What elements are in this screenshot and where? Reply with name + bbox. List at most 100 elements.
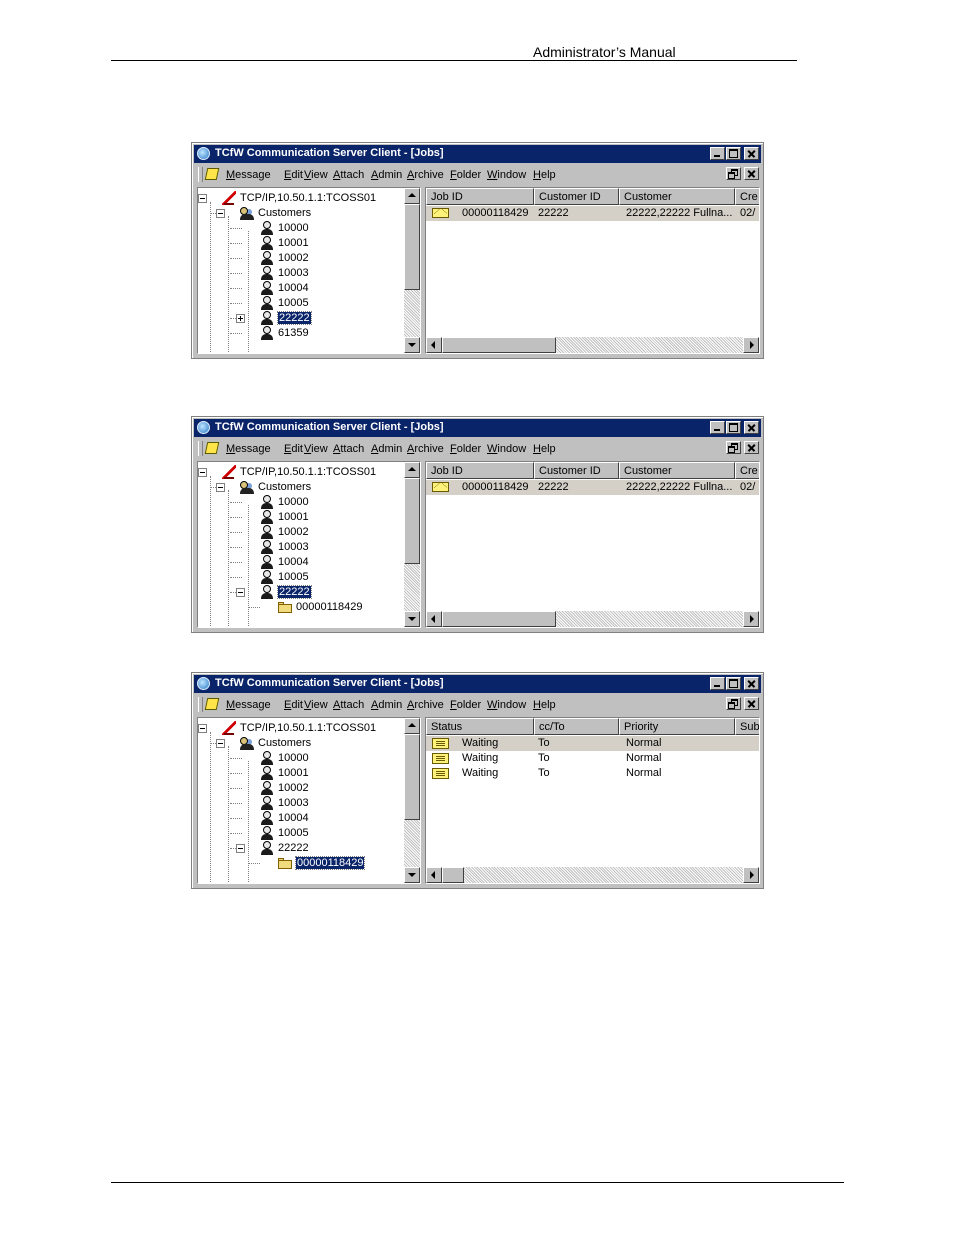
menu-folder[interactable]: Folder bbox=[450, 443, 481, 455]
folder-tree[interactable]: TCP/IP,10.50.1.1:TCOSS01 Customers 10000 10… bbox=[197, 717, 421, 884]
menu-attach[interactable]: Attach bbox=[333, 169, 364, 181]
job-list[interactable]: Job ID Customer ID Customer Cre 00000118429 2… bbox=[425, 187, 760, 354]
scroll-thumb[interactable] bbox=[404, 734, 420, 820]
collapse-button[interactable] bbox=[236, 844, 245, 853]
menu-window[interactable]: Window bbox=[487, 169, 526, 181]
minimize-button[interactable] bbox=[710, 147, 725, 160]
list-row[interactable]: Waiting To Normal bbox=[426, 751, 759, 766]
list-row[interactable]: 00000118429 22222 22222,22222 Fullna... 02/ bbox=[426, 206, 759, 221]
document-menu-icon[interactable] bbox=[204, 698, 220, 710]
column-header[interactable]: Job ID bbox=[426, 462, 534, 479]
column-header[interactable]: Customer ID bbox=[534, 188, 619, 205]
scroll-left-button[interactable] bbox=[426, 867, 442, 883]
scroll-thumb[interactable] bbox=[442, 611, 556, 627]
maximize-button[interactable] bbox=[726, 147, 741, 160]
menu-folder[interactable]: Folder bbox=[450, 169, 481, 181]
menu-message[interactable]: Message bbox=[226, 699, 271, 711]
column-header[interactable]: Subject bbox=[735, 718, 759, 735]
scroll-right-button[interactable] bbox=[743, 867, 759, 883]
menu-archive[interactable]: Archive bbox=[407, 699, 444, 711]
close-button[interactable] bbox=[744, 677, 759, 690]
collapse-button[interactable] bbox=[198, 194, 207, 203]
tree-scrollbar[interactable] bbox=[404, 188, 420, 353]
menu-admin[interactable]: Admin bbox=[371, 443, 402, 455]
job-list[interactable]: Job ID Customer ID Customer Cre 00000118429 2… bbox=[425, 461, 760, 628]
column-header[interactable]: Cre bbox=[735, 188, 759, 205]
scroll-left-button[interactable] bbox=[426, 611, 442, 627]
list-scrollbar[interactable] bbox=[426, 867, 759, 883]
list-row[interactable]: Waiting To Normal bbox=[426, 766, 759, 781]
minimize-button[interactable] bbox=[710, 421, 725, 434]
app-window[interactable]: TCfW Communication Server Client - [Jobs… bbox=[191, 142, 764, 359]
menu-archive[interactable]: Archive bbox=[407, 443, 444, 455]
column-header[interactable]: Status bbox=[426, 718, 534, 735]
title-bar[interactable]: TCfW Communication Server Client - [Jobs… bbox=[194, 419, 761, 437]
menu-grip[interactable] bbox=[198, 441, 203, 456]
scroll-thumb[interactable] bbox=[404, 478, 420, 564]
scroll-right-button[interactable] bbox=[743, 337, 759, 353]
document-menu-icon[interactable] bbox=[204, 168, 220, 180]
menu-window[interactable]: Window bbox=[487, 443, 526, 455]
scroll-thumb[interactable] bbox=[442, 337, 556, 353]
list-scrollbar[interactable] bbox=[426, 337, 759, 353]
menu-folder[interactable]: Folder bbox=[450, 699, 481, 711]
column-header[interactable]: cc/To bbox=[534, 718, 619, 735]
column-header[interactable]: Customer bbox=[619, 462, 735, 479]
tree-scrollbar[interactable] bbox=[404, 462, 420, 627]
maximize-button[interactable] bbox=[726, 421, 741, 434]
app-window[interactable]: TCfW Communication Server Client - [Jobs… bbox=[191, 416, 764, 633]
title-bar[interactable]: TCfW Communication Server Client - [Jobs… bbox=[194, 675, 761, 693]
menu-edit[interactable]: Edit bbox=[284, 443, 303, 455]
column-header[interactable]: Priority bbox=[619, 718, 735, 735]
maximize-button[interactable] bbox=[726, 677, 741, 690]
child-close-button[interactable] bbox=[744, 441, 759, 454]
minimize-button[interactable] bbox=[710, 677, 725, 690]
list-scrollbar[interactable] bbox=[426, 611, 759, 627]
scroll-right-button[interactable] bbox=[743, 611, 759, 627]
app-window[interactable]: TCfW Communication Server Client - [Jobs… bbox=[191, 672, 764, 889]
menu-attach[interactable]: Attach bbox=[333, 699, 364, 711]
scroll-up-button[interactable] bbox=[404, 462, 420, 478]
menu-message[interactable]: Message bbox=[226, 169, 271, 181]
column-header[interactable]: Customer bbox=[619, 188, 735, 205]
collapse-button[interactable] bbox=[236, 588, 245, 597]
menu-grip[interactable] bbox=[198, 697, 203, 712]
scroll-up-button[interactable] bbox=[404, 718, 420, 734]
collapse-button[interactable] bbox=[216, 483, 225, 492]
menu-view[interactable]: View bbox=[304, 443, 328, 455]
scroll-thumb[interactable] bbox=[404, 204, 420, 290]
tree-item[interactable]: TCP/IP,10.50.1.1:TCOSS01 bbox=[198, 191, 403, 206]
menu-message[interactable]: Message bbox=[226, 443, 271, 455]
scroll-up-button[interactable] bbox=[404, 188, 420, 204]
scroll-left-button[interactable] bbox=[426, 337, 442, 353]
scroll-down-button[interactable] bbox=[404, 611, 420, 627]
menu-help[interactable]: Help bbox=[533, 699, 556, 711]
menu-view[interactable]: View bbox=[304, 699, 328, 711]
scroll-down-button[interactable] bbox=[404, 337, 420, 353]
collapse-button[interactable] bbox=[216, 209, 225, 218]
column-header[interactable]: Job ID bbox=[426, 188, 534, 205]
collapse-button[interactable] bbox=[216, 739, 225, 748]
child-restore-button[interactable] bbox=[726, 697, 741, 710]
column-header[interactable]: Cre bbox=[735, 462, 759, 479]
tree-item[interactable]: TCP/IP,10.50.1.1:TCOSS01 bbox=[198, 465, 403, 480]
menu-window[interactable]: Window bbox=[487, 699, 526, 711]
close-button[interactable] bbox=[744, 147, 759, 160]
menu-edit[interactable]: Edit bbox=[284, 699, 303, 711]
expand-button[interactable] bbox=[236, 314, 245, 323]
folder-tree[interactable]: TCP/IP,10.50.1.1:TCOSS01 Customers 10000 10… bbox=[197, 187, 421, 354]
scroll-down-button[interactable] bbox=[404, 867, 420, 883]
job-list[interactable]: Statuscc/ToPrioritySubject Waiting To Norma… bbox=[425, 717, 760, 884]
child-close-button[interactable] bbox=[744, 697, 759, 710]
column-header[interactable]: Customer ID bbox=[534, 462, 619, 479]
child-restore-button[interactable] bbox=[726, 167, 741, 180]
document-menu-icon[interactable] bbox=[204, 442, 220, 454]
menu-admin[interactable]: Admin bbox=[371, 699, 402, 711]
collapse-button[interactable] bbox=[198, 468, 207, 477]
close-button[interactable] bbox=[744, 421, 759, 434]
menu-admin[interactable]: Admin bbox=[371, 169, 402, 181]
collapse-button[interactable] bbox=[198, 724, 207, 733]
list-row[interactable]: Waiting To Normal bbox=[426, 736, 759, 751]
list-row[interactable]: 00000118429 22222 22222,22222 Fullna... 02/ bbox=[426, 480, 759, 495]
title-bar[interactable]: TCfW Communication Server Client - [Jobs… bbox=[194, 145, 761, 163]
